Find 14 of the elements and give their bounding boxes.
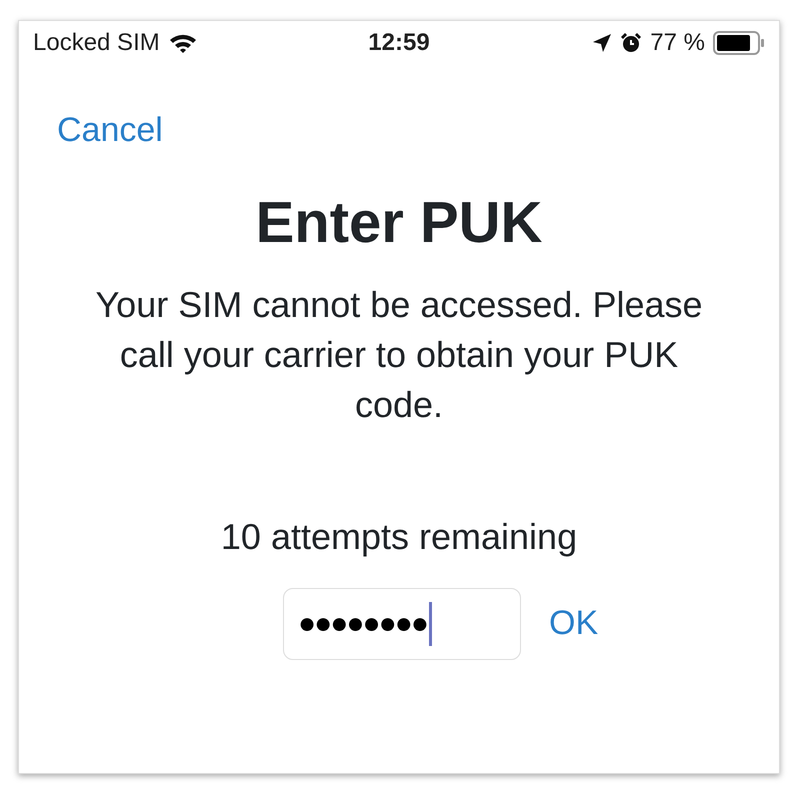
battery-percent: 77 % [650,28,705,58]
message: Your SIM cannot be accessed. Please call your carrier to obtain your PUK code. [94,282,704,427]
carrier-name: Locked SIM [33,28,160,58]
text-cursor [428,602,432,646]
ok-button[interactable]: OK [549,598,598,650]
clock-time: 12:59 [368,28,430,58]
puk-field[interactable]: ●●●●●●●● [283,588,521,660]
battery-icon [712,31,765,55]
wifi-icon [168,32,198,54]
location-arrow-icon [592,33,612,53]
attempts-remaining: 10 attempts remaining [220,514,578,559]
alarm-clock-icon [620,32,642,54]
cancel-button[interactable]: Cancel [57,105,163,156]
title: Enter PUK [254,189,544,257]
